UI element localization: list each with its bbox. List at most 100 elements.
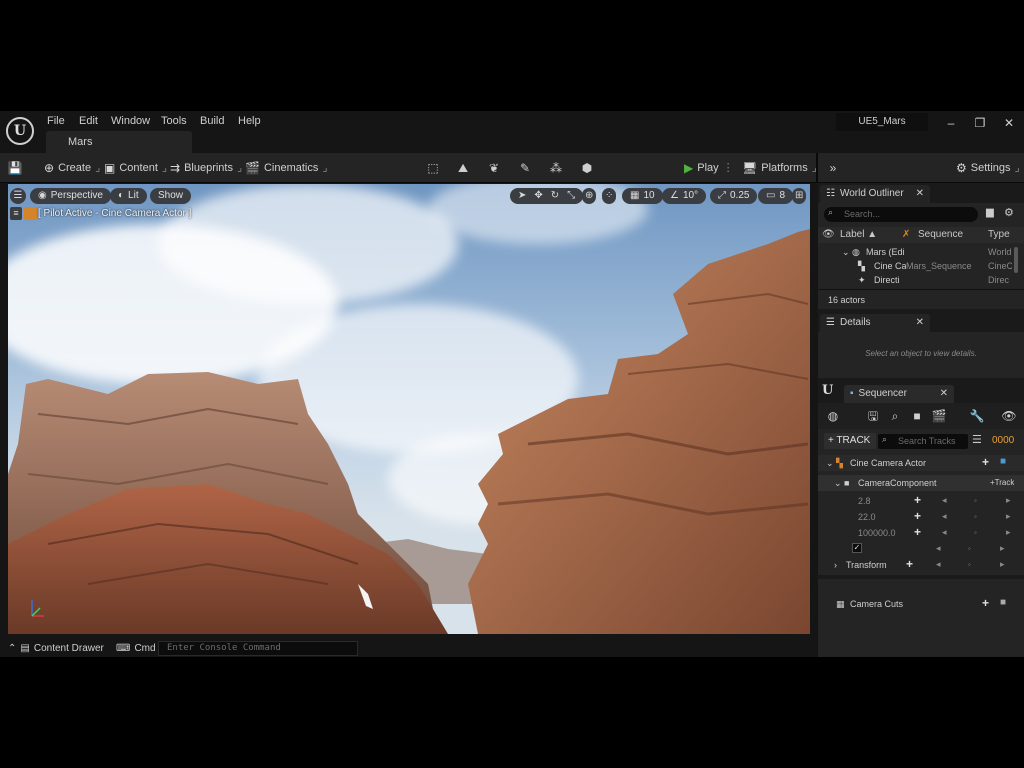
next-key-icon[interactable]: ▸ <box>1006 527 1011 538</box>
create-button[interactable]: ⊕ Create ⌟ <box>44 159 100 177</box>
select-mode-icon[interactable]: ⬚ <box>424 159 442 177</box>
track-cine-camera-actor[interactable]: ⌄ ▚ Cine Camera Actor + ■ <box>818 455 1024 471</box>
outliner-row[interactable]: ✦ Directi Direc <box>842 273 1012 287</box>
select-tool-icon[interactable]: ➤ <box>518 188 526 204</box>
outliner-search-input[interactable]: Search... <box>824 207 978 222</box>
visibility-icon[interactable]: 👁 <box>822 227 835 243</box>
pilot-menu-icon[interactable]: ≡ <box>10 207 22 220</box>
camera-speed-button[interactable]: ▭ 8 <box>758 188 794 204</box>
world-icon[interactable]: ◍ <box>824 407 842 425</box>
grid-snap-button[interactable]: ▦ 10 <box>622 188 663 204</box>
add-key-icon[interactable]: + <box>914 509 921 523</box>
render-icon[interactable]: 🎬 <box>930 407 948 425</box>
col-type[interactable]: Type <box>988 227 1010 243</box>
outliner-scrollbar[interactable] <box>1014 247 1018 273</box>
maximize-viewport-button[interactable]: ⊞ <box>792 188 807 204</box>
track-camera-component[interactable]: ⌄ ■ CameraComponent +Track <box>818 475 1024 491</box>
menu-tools[interactable]: Tools <box>161 113 187 129</box>
col-label[interactable]: Label ▲ <box>840 227 877 243</box>
save-icon[interactable]: 🖫 <box>864 407 882 425</box>
viewport-menu-button[interactable]: ☰ <box>10 188 26 204</box>
add-track-button[interactable]: + TRACK <box>824 433 876 449</box>
lit-button[interactable]: ◐ Lit <box>110 188 147 204</box>
blueprints-button[interactable]: ⇉ Blueprints ⌟ <box>170 159 242 177</box>
tab-details[interactable]: ☰ Details ✕ <box>820 314 930 332</box>
folder-add-icon[interactable]: ▆ <box>986 207 994 218</box>
next-key-icon[interactable]: ▸ <box>1006 495 1011 506</box>
wrench-icon[interactable]: 🔧 <box>968 407 986 425</box>
outliner-row[interactable]: ▚ Cine Ca Mars_Sequence CineC <box>842 259 1012 273</box>
prev-key-icon[interactable]: ◂ <box>936 559 941 570</box>
pilot-camera-icon[interactable] <box>24 207 38 220</box>
track-transform[interactable]: › Transform + ◂ ◦ ▸ <box>818 557 1024 573</box>
search-icon[interactable]: ⌕ <box>886 407 904 425</box>
add-key-icon[interactable]: + <box>914 493 921 507</box>
add-key-icon[interactable]: + <box>906 557 913 571</box>
track-checkbox-row[interactable]: ✓ ◂ ◦ ▸ <box>818 541 1024 557</box>
camera-link-icon[interactable]: ■ <box>1000 456 1006 467</box>
console-input[interactable]: Enter Console Command <box>158 641 358 656</box>
add-track-inline[interactable]: +Track <box>990 476 1014 490</box>
surface-snap-toggle[interactable]: ⁘ <box>602 188 617 204</box>
outliner-settings-icon[interactable]: ⚙ <box>1004 206 1014 219</box>
next-key-icon[interactable]: ▸ <box>1000 559 1005 570</box>
prev-key-icon[interactable]: ◂ <box>942 511 947 522</box>
track-camera-cuts[interactable]: ▦ Camera Cuts + ■ <box>818 596 1024 612</box>
prev-key-icon[interactable]: ◂ <box>936 543 941 554</box>
key-icon[interactable]: ◦ <box>968 544 971 553</box>
menu-help[interactable]: Help <box>238 113 261 129</box>
expand-panels-icon[interactable]: » <box>824 159 842 177</box>
close-window-icon[interactable]: ✕ <box>998 115 1020 131</box>
content-button[interactable]: ▣ Content ⌟ <box>104 159 167 177</box>
close-icon[interactable]: ✕ <box>916 185 924 203</box>
close-icon[interactable]: ✕ <box>940 385 948 403</box>
filter-icon[interactable]: ☰ <box>972 433 982 446</box>
prev-key-icon[interactable]: ◂ <box>942 527 947 538</box>
platforms-button[interactable]: 🖥 Platforms ⌟ <box>742 159 817 177</box>
pilot-active-label[interactable]: [ Pilot Active - Cine Camera Actor ] <box>38 207 191 221</box>
modeling-mode-icon[interactable]: ⬢ <box>578 159 596 177</box>
scale-tool-icon[interactable]: ⤡ <box>567 188 575 204</box>
add-icon[interactable]: + <box>982 455 989 469</box>
rotate-tool-icon[interactable]: ↻ <box>551 188 559 204</box>
content-drawer-button[interactable]: ⌃ ▤ Content Drawer <box>8 642 104 656</box>
key-icon[interactable]: ◦ <box>974 496 977 505</box>
track-value-row[interactable]: 2.8 + ◂ ◦ ▸ <box>818 493 1024 509</box>
cinematics-button[interactable]: 🎬 Cinematics ⌟ <box>245 159 328 177</box>
paint-mode-icon[interactable]: ✎ <box>516 159 534 177</box>
rotation-snap-button[interactable]: ∠ 10° <box>662 188 707 204</box>
foliage-mode-icon[interactable]: ❦ <box>485 159 503 177</box>
close-icon[interactable]: ✕ <box>916 314 924 332</box>
outliner-row[interactable]: ⌄ ◍ Mars (Edi World <box>842 245 1012 259</box>
show-button[interactable]: Show <box>150 188 192 204</box>
tab-world-outliner[interactable]: ☷ World Outliner ✕ <box>820 185 930 203</box>
key-icon[interactable]: ◦ <box>968 560 971 569</box>
settings-button[interactable]: ⚙ Settings ⌟ <box>956 159 1020 177</box>
next-key-icon[interactable]: ▸ <box>1000 543 1005 554</box>
tab-sequencer[interactable]: ▪ Sequencer ✕ <box>844 385 954 403</box>
play-options-icon[interactable]: ⋮ <box>723 159 734 177</box>
move-tool-icon[interactable]: ✥ <box>534 188 542 204</box>
menu-window[interactable]: Window <box>111 113 150 129</box>
add-icon[interactable]: + <box>982 596 989 610</box>
menu-file[interactable]: File <box>47 113 65 129</box>
world-local-toggle[interactable]: ⊕ <box>582 188 597 204</box>
checkbox-checked[interactable]: ✓ <box>852 543 862 553</box>
save-icon[interactable]: 💾 <box>6 159 24 177</box>
frame-counter[interactable]: 0000 <box>992 435 1014 446</box>
level-tab[interactable]: Mars <box>46 131 192 153</box>
landscape-mode-icon[interactable]: ⛰ <box>454 159 472 177</box>
add-key-icon[interactable]: + <box>914 525 921 539</box>
prev-key-icon[interactable]: ◂ <box>942 495 947 506</box>
track-value-row[interactable]: 22.0 + ◂ ◦ ▸ <box>818 509 1024 525</box>
camera-icon[interactable]: ■ <box>908 407 926 425</box>
fracture-mode-icon[interactable]: ⁂ <box>547 159 565 177</box>
camera-link-icon[interactable]: ■ <box>1000 597 1006 608</box>
key-icon[interactable]: ◦ <box>974 528 977 537</box>
view-options-icon[interactable]: 👁 <box>1000 407 1018 425</box>
next-key-icon[interactable]: ▸ <box>1006 511 1011 522</box>
minimize-icon[interactable]: – <box>940 115 962 131</box>
perspective-button[interactable]: ◉ Perspective <box>30 188 111 204</box>
col-sequence[interactable]: Sequence <box>918 227 963 243</box>
menu-edit[interactable]: Edit <box>79 113 98 129</box>
